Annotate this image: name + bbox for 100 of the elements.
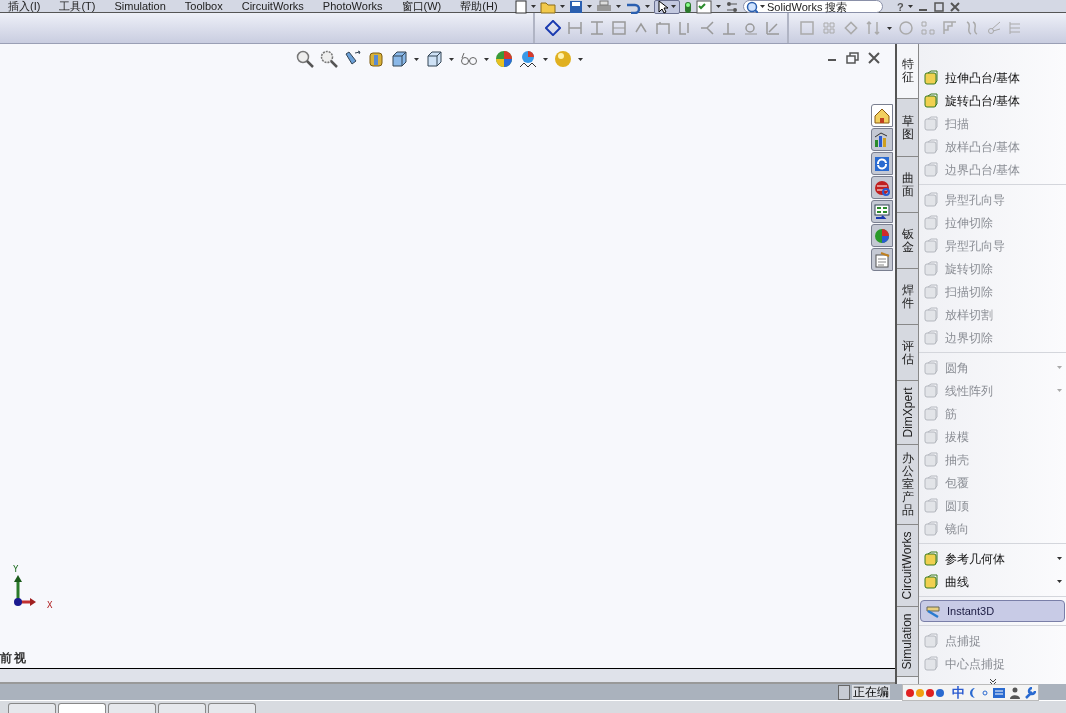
checklist-icon[interactable] — [696, 0, 712, 14]
caret-icon[interactable] — [449, 57, 454, 61]
caret-icon[interactable] — [560, 5, 565, 8]
shape-icon — [923, 191, 939, 208]
caret-icon[interactable] — [907, 5, 913, 8]
shape-icon — [923, 451, 939, 468]
zoom-fit-icon[interactable] — [296, 50, 314, 68]
caret-icon[interactable] — [645, 5, 650, 8]
command-tab[interactable]: 草图 — [897, 99, 918, 157]
sheet-tab[interactable] — [8, 703, 56, 713]
command-tab[interactable]: 焊件 — [897, 269, 918, 325]
shape-icon — [923, 115, 939, 132]
command-tab[interactable]: 钣金 — [897, 213, 918, 269]
search-field[interactable]: SolidWorks 搜索 — [743, 0, 883, 13]
zoom-area-icon[interactable] — [320, 50, 338, 68]
sheet-tab[interactable] — [108, 703, 156, 713]
grid-arrow-icon — [873, 202, 891, 221]
command-button[interactable]: 参考几何体 — [919, 547, 1066, 570]
menu-item[interactable]: PhotoWorks — [322, 0, 383, 12]
color-ball-icon[interactable] — [495, 50, 513, 68]
axis-label: Y — [13, 565, 19, 574]
section-view-icon[interactable] — [368, 50, 384, 68]
shape-icon — [923, 474, 939, 491]
restore-icon[interactable] — [846, 52, 860, 64]
caret-icon[interactable] — [887, 26, 892, 30]
sheet-tab[interactable] — [158, 703, 206, 713]
shape-icon — [923, 161, 939, 178]
command-tab[interactable]: 办公室产品 — [897, 445, 918, 525]
task-pane-tab[interactable] — [871, 104, 893, 127]
command-tab[interactable]: CircuitWorks — [897, 525, 918, 607]
page-icon[interactable] — [515, 0, 527, 14]
shape-icon — [923, 632, 939, 649]
close-icon[interactable] — [948, 0, 961, 13]
options-icon[interactable] — [725, 0, 739, 14]
shape-icon — [923, 520, 939, 537]
shape-icon — [923, 497, 939, 514]
glasses-icon[interactable] — [460, 50, 478, 68]
task-pane-tab[interactable] — [871, 248, 893, 271]
command-tab[interactable]: DimXpert — [897, 381, 918, 445]
shape-icon — [923, 283, 939, 300]
axis-triad-drawing — [14, 575, 37, 607]
shape-icon — [923, 382, 939, 399]
sheet-tab[interactable] — [208, 703, 256, 713]
traffic-light-icon[interactable] — [684, 0, 692, 14]
caret-icon[interactable] — [716, 5, 721, 8]
refresh-icon — [873, 154, 891, 173]
arrow-cursor-icon — [658, 0, 668, 14]
box-icon[interactable] — [390, 50, 408, 68]
task-pane-tab[interactable] — [871, 200, 893, 223]
maximize-icon[interactable] — [932, 0, 945, 13]
house-icon — [873, 106, 891, 125]
shape-icon — [923, 214, 939, 231]
scene-icon[interactable] — [519, 50, 537, 68]
command-button[interactable]: 拉伸凸台/基体 — [919, 66, 1066, 89]
command-tab[interactable]: 评估 — [897, 325, 918, 381]
command-tab[interactable]: Simulation — [897, 607, 918, 677]
shape-icon — [923, 237, 939, 254]
search-icon — [746, 0, 758, 13]
shape-icon — [923, 260, 939, 277]
input-mode-button[interactable]: 中 — [952, 682, 965, 703]
view-name: 前视 — [0, 650, 28, 667]
menu-item[interactable]: 帮助(H) — [460, 0, 498, 12]
caret-icon[interactable] — [484, 57, 489, 61]
command-button[interactable]: 旋转凸台/基体 — [919, 89, 1066, 112]
menu-item[interactable]: 插入(I) — [8, 0, 41, 12]
sheet-tab[interactable] — [58, 703, 106, 713]
wrench-icon[interactable] — [1024, 686, 1036, 699]
menu-item[interactable]: Simulation — [114, 0, 166, 12]
color-ball-icon — [873, 226, 891, 245]
cube-icon[interactable] — [425, 50, 443, 68]
caret-icon[interactable] — [543, 57, 548, 61]
person-icon[interactable] — [1009, 686, 1021, 699]
caret-icon[interactable] — [616, 5, 621, 8]
caret-icon[interactable] — [578, 57, 583, 61]
axis-label: X — [47, 601, 53, 610]
help-button[interactable]: ? — [897, 0, 904, 13]
command-tab[interactable]: 曲面 — [897, 157, 918, 213]
command-tab[interactable]: 特征 — [897, 44, 918, 99]
menu-item[interactable]: CircuitWorks — [241, 0, 304, 12]
clipboard-icon — [873, 250, 891, 269]
instant3d-button[interactable]: Instant3D — [920, 600, 1065, 622]
shape-icon — [923, 92, 939, 109]
caret-icon[interactable] — [587, 5, 592, 8]
menu-item[interactable]: 工具(T) — [59, 0, 96, 12]
close-icon[interactable] — [868, 52, 880, 64]
keyboard-icon[interactable] — [992, 686, 1006, 699]
shape-icon — [923, 329, 939, 346]
select-button[interactable] — [654, 0, 680, 14]
caret-icon[interactable] — [414, 57, 419, 61]
caret-icon[interactable] — [531, 5, 536, 8]
shape-icon — [923, 306, 939, 323]
status-text: 正在编 — [852, 685, 890, 699]
printer-icon[interactable] — [596, 0, 612, 14]
menu-item[interactable]: Toolbox — [184, 0, 223, 12]
shape-icon — [923, 655, 939, 672]
dimension-icon[interactable] — [545, 20, 561, 36]
task-pane-tab[interactable] — [871, 152, 893, 175]
save-icon[interactable] — [569, 0, 583, 14]
command-button[interactable]: 曲线 — [919, 570, 1066, 593]
menu-item[interactable]: 窗口(W) — [401, 0, 442, 12]
